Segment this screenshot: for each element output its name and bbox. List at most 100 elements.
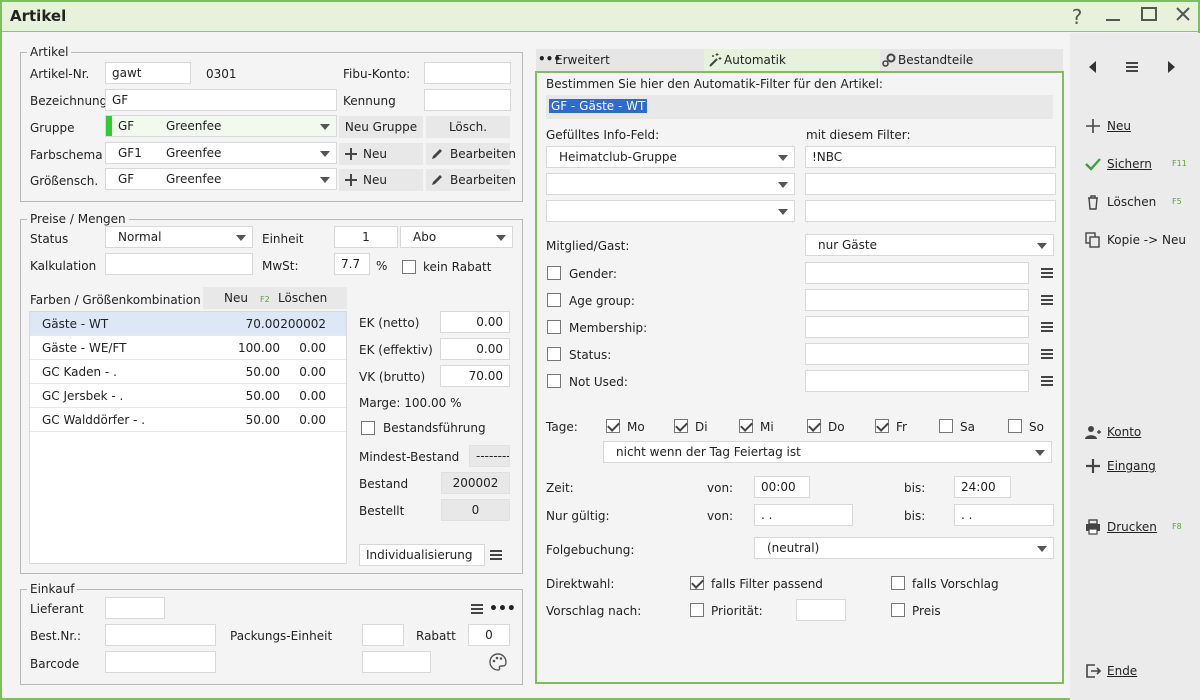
loeschen-button[interactable]: Löschen F5 (1084, 193, 1194, 215)
next-icon[interactable] (1164, 59, 1178, 75)
falls-filter-checkbox[interactable] (690, 576, 704, 590)
kein-rabatt-checkbox[interactable] (402, 260, 416, 274)
vk-brutto-input[interactable]: 70.00 (440, 365, 510, 387)
rabatt-input[interactable]: 0 (468, 624, 510, 646)
eingang-button[interactable]: Eingang (1084, 457, 1194, 479)
menu-icon[interactable] (1037, 371, 1057, 391)
prioritaet-checkbox[interactable] (690, 603, 704, 617)
filter-input-2[interactable] (805, 173, 1056, 195)
close-icon[interactable] (1168, 4, 1198, 30)
barcode-input[interactable] (105, 651, 216, 673)
table-row[interactable]: GC Kaden - . 50.00 0.00 (30, 360, 346, 384)
filter-summary-box[interactable]: GF - Gäste - WT (546, 95, 1053, 119)
status-checkbox[interactable] (547, 347, 561, 361)
falls-vorschlag-checkbox[interactable] (891, 576, 905, 590)
folgebuchung-select[interactable]: (neutral) (754, 537, 1054, 559)
menu-icon[interactable] (1037, 263, 1057, 283)
bearbeiten-farbschema-button[interactable]: Bearbeiten (426, 143, 516, 165)
neu-groessenschema-button[interactable]: Neu (339, 169, 423, 191)
table-row[interactable]: GC Jersbek - . 50.00 0.00 (30, 384, 346, 408)
gueltig-bis-input[interactable]: . . (954, 504, 1054, 526)
groessenschema-select[interactable]: GF Greenfee (105, 168, 337, 190)
einheit-type-select[interactable]: Abo (400, 226, 513, 248)
day-sa-checkbox[interactable] (939, 419, 953, 433)
bezeichnung-input[interactable]: GF (105, 89, 337, 111)
menu-icon[interactable] (1037, 317, 1057, 337)
day-so-checkbox[interactable] (1008, 419, 1022, 433)
fibu-konto-input[interactable] (424, 62, 511, 84)
day-mo-checkbox[interactable] (606, 419, 620, 433)
filter-input-3[interactable] (805, 200, 1056, 222)
sichern-button[interactable]: Sichern F11 (1084, 155, 1194, 177)
tab-erweitert[interactable]: ••• Erweitert (536, 49, 704, 71)
zeit-von-input[interactable]: 00:00 (754, 476, 810, 498)
drucken-button[interactable]: Drucken F8 (1084, 518, 1194, 540)
loesch-gruppe-button[interactable]: Lösch. (426, 116, 510, 138)
status-select[interactable]: Normal (105, 226, 253, 248)
gender-input[interactable] (805, 262, 1029, 284)
not-used-checkbox[interactable] (547, 374, 561, 388)
palette-icon[interactable] (488, 652, 508, 672)
kopie-neu-button[interactable]: Kopie -> Neu (1084, 231, 1194, 253)
tab-bestandteile[interactable]: Bestandteile (880, 49, 1063, 71)
menu-icon[interactable] (1037, 290, 1057, 310)
gruppe-select[interactable]: GF Greenfee (105, 115, 337, 137)
status-input[interactable] (805, 343, 1029, 365)
kennung-input[interactable] (424, 89, 511, 111)
barcode-second-input[interactable] (362, 651, 431, 673)
prioritaet-input[interactable] (796, 599, 846, 621)
filter-input-1[interactable]: !NBC (805, 146, 1056, 168)
neu-farbschema-button[interactable]: Neu (339, 143, 423, 165)
gender-checkbox[interactable] (547, 266, 561, 280)
feiertag-select[interactable]: nicht wenn der Tag Feiertag ist (603, 441, 1052, 463)
einheit-input[interactable]: 1 (334, 226, 398, 248)
individualisierung-input[interactable]: Individualisierung (359, 544, 485, 566)
info-feld-select-2[interactable] (546, 173, 795, 195)
table-row[interactable]: GC Walddörfer - . 50.00 0.00 (30, 408, 346, 432)
mwst-input[interactable]: 7.7 (334, 253, 370, 275)
lieferant-input[interactable] (105, 597, 165, 619)
help-icon[interactable]: ? (1062, 4, 1092, 30)
menu-icon[interactable] (1037, 344, 1057, 364)
preis-checkbox[interactable] (891, 603, 905, 617)
menu-icon[interactable] (486, 545, 506, 565)
not-used-input[interactable] (805, 370, 1029, 392)
age-group-checkbox[interactable] (547, 293, 561, 307)
bearbeiten-groessenschema-button[interactable]: Bearbeiten (426, 169, 516, 191)
ende-button[interactable]: Ende (1084, 662, 1194, 684)
gueltig-von-input[interactable]: . . (754, 504, 853, 526)
info-feld-select-1[interactable]: Heimatclub-Gruppe (546, 146, 795, 168)
info-feld-select-3[interactable] (546, 200, 795, 222)
bestnr-input[interactable] (105, 624, 216, 646)
neu-gruppe-button[interactable]: Neu Gruppe (339, 116, 423, 138)
mitglied-gast-select[interactable]: nur Gäste (805, 234, 1054, 256)
membership-input[interactable] (805, 316, 1029, 338)
table-row[interactable]: Gäste - WT 70.00 200002 (30, 312, 346, 336)
previous-icon[interactable] (1086, 59, 1100, 75)
kombination-loeschen-button[interactable]: Löschen (278, 291, 327, 305)
bestandsfuehrung-checkbox[interactable] (361, 421, 375, 435)
day-fr-checkbox[interactable] (875, 419, 889, 433)
maximize-icon[interactable] (1134, 4, 1164, 30)
day-do-checkbox[interactable] (807, 419, 821, 433)
artikel-nr-input[interactable]: gawt (105, 62, 191, 84)
packungs-einheit-input[interactable] (362, 624, 404, 646)
ek-netto-input[interactable]: 0.00 (440, 311, 510, 333)
ek-effektiv-input[interactable]: 0.00 (440, 338, 510, 360)
membership-checkbox[interactable] (547, 320, 561, 334)
kombination-neu-button[interactable]: Neu (224, 291, 248, 305)
menu-icon[interactable] (467, 599, 487, 619)
tab-automatik[interactable]: Automatik (704, 49, 880, 71)
day-mi-checkbox[interactable] (739, 419, 753, 433)
minimize-icon[interactable] (1098, 4, 1128, 30)
neu-button[interactable]: Neu (1084, 117, 1194, 139)
zeit-bis-input[interactable]: 24:00 (954, 476, 1011, 498)
day-di-checkbox[interactable] (674, 419, 688, 433)
more-icon[interactable]: ••• (489, 599, 516, 619)
farbschema-select[interactable]: GF1 Greenfee (105, 142, 337, 164)
age-group-input[interactable] (805, 289, 1029, 311)
kalkulation-input[interactable] (105, 253, 253, 275)
konto-button[interactable]: Konto (1084, 423, 1194, 445)
table-row[interactable]: Gäste - WE/FT 100.00 0.00 (30, 336, 346, 360)
menu-icon[interactable] (1122, 57, 1142, 77)
